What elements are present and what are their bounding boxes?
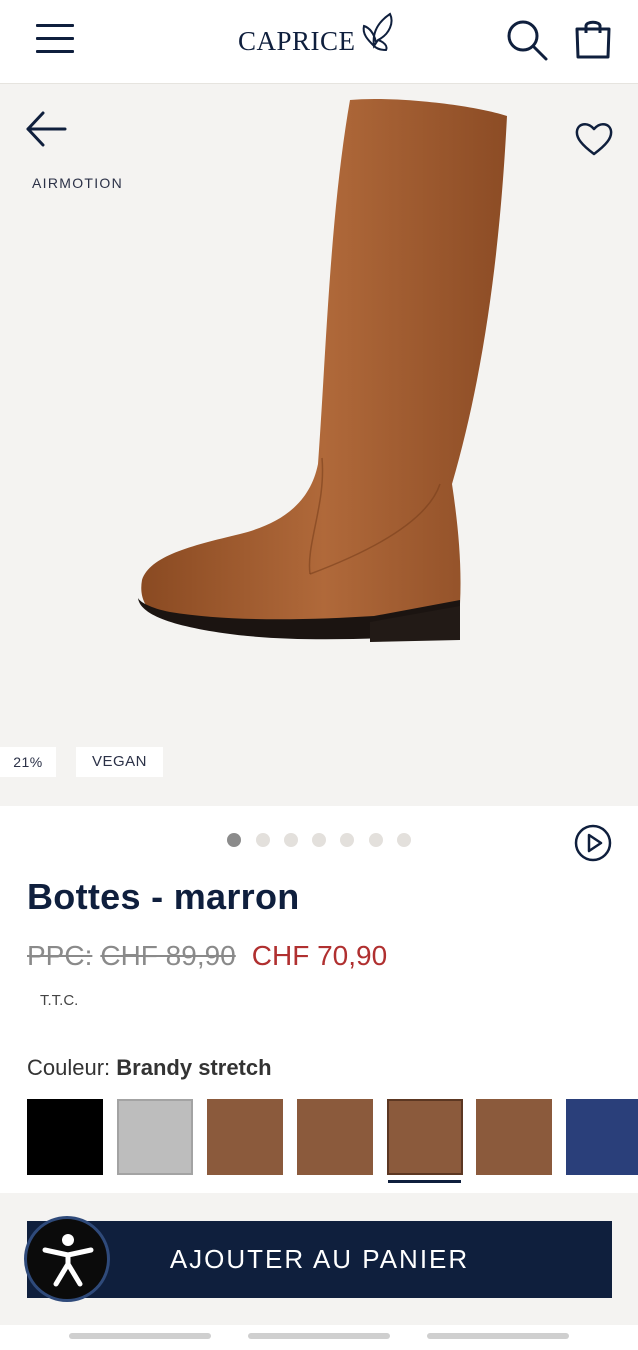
shopping-bag-icon[interactable] — [573, 17, 613, 61]
color-label: Couleur: — [27, 1055, 111, 1080]
system-navigation-bar — [0, 1325, 638, 1350]
accessibility-button[interactable] — [24, 1216, 110, 1302]
discount-badge: 21% — [0, 747, 56, 777]
product-gallery[interactable]: AIRMOTION 21% VEGAN — [0, 84, 638, 806]
carousel-dot[interactable] — [256, 833, 270, 847]
nav-pill[interactable] — [248, 1333, 390, 1339]
nav-pill[interactable] — [427, 1333, 569, 1339]
brand-tag: AIRMOTION — [32, 175, 124, 191]
tax-note: T.T.C. — [40, 992, 79, 1009]
menu-icon[interactable] — [36, 22, 74, 54]
play-video-icon[interactable] — [574, 824, 612, 862]
color-swatch[interactable] — [476, 1099, 552, 1175]
carousel-dot[interactable] — [284, 833, 298, 847]
carousel-dot[interactable] — [312, 833, 326, 847]
caprice-logo[interactable]: CAPRICE — [238, 12, 408, 60]
logo-text: CAPRICE — [238, 26, 356, 56]
color-swatch[interactable] — [27, 1099, 103, 1175]
carousel-dot[interactable] — [369, 833, 383, 847]
color-value: Brandy stretch — [116, 1055, 272, 1080]
sale-price: CHF 70,90 — [251, 940, 388, 971]
carousel-dot[interactable] — [340, 833, 354, 847]
carousel-dot[interactable] — [397, 833, 411, 847]
color-label-row: Couleur: Brandy stretch — [27, 1055, 272, 1081]
butterfly-icon — [362, 12, 393, 52]
accessibility-icon — [42, 1234, 94, 1287]
color-swatch[interactable] — [117, 1099, 193, 1175]
old-price: CHF 89,90 — [100, 940, 236, 971]
color-swatch[interactable] — [566, 1099, 638, 1175]
add-to-cart-button[interactable]: AJOUTER AU PANIER — [27, 1221, 612, 1298]
nav-pill[interactable] — [69, 1333, 211, 1339]
site-header: CAPRICE — [0, 0, 638, 84]
heart-icon[interactable] — [574, 120, 614, 158]
product-image — [138, 98, 507, 642]
color-swatch-selected[interactable] — [387, 1099, 463, 1175]
carousel-dot[interactable] — [227, 833, 241, 847]
search-icon[interactable] — [505, 18, 549, 62]
selected-swatch-indicator — [388, 1180, 461, 1183]
vegan-badge: VEGAN — [76, 747, 163, 777]
price-row: PPC: CHF 89,90 CHF 70,90 — [27, 940, 387, 972]
color-swatch[interactable] — [297, 1099, 373, 1175]
product-title: Bottes - marron — [27, 876, 300, 917]
ppc-label: PPC: — [27, 940, 93, 971]
back-arrow-icon[interactable] — [25, 110, 67, 148]
color-swatch[interactable] — [207, 1099, 283, 1175]
